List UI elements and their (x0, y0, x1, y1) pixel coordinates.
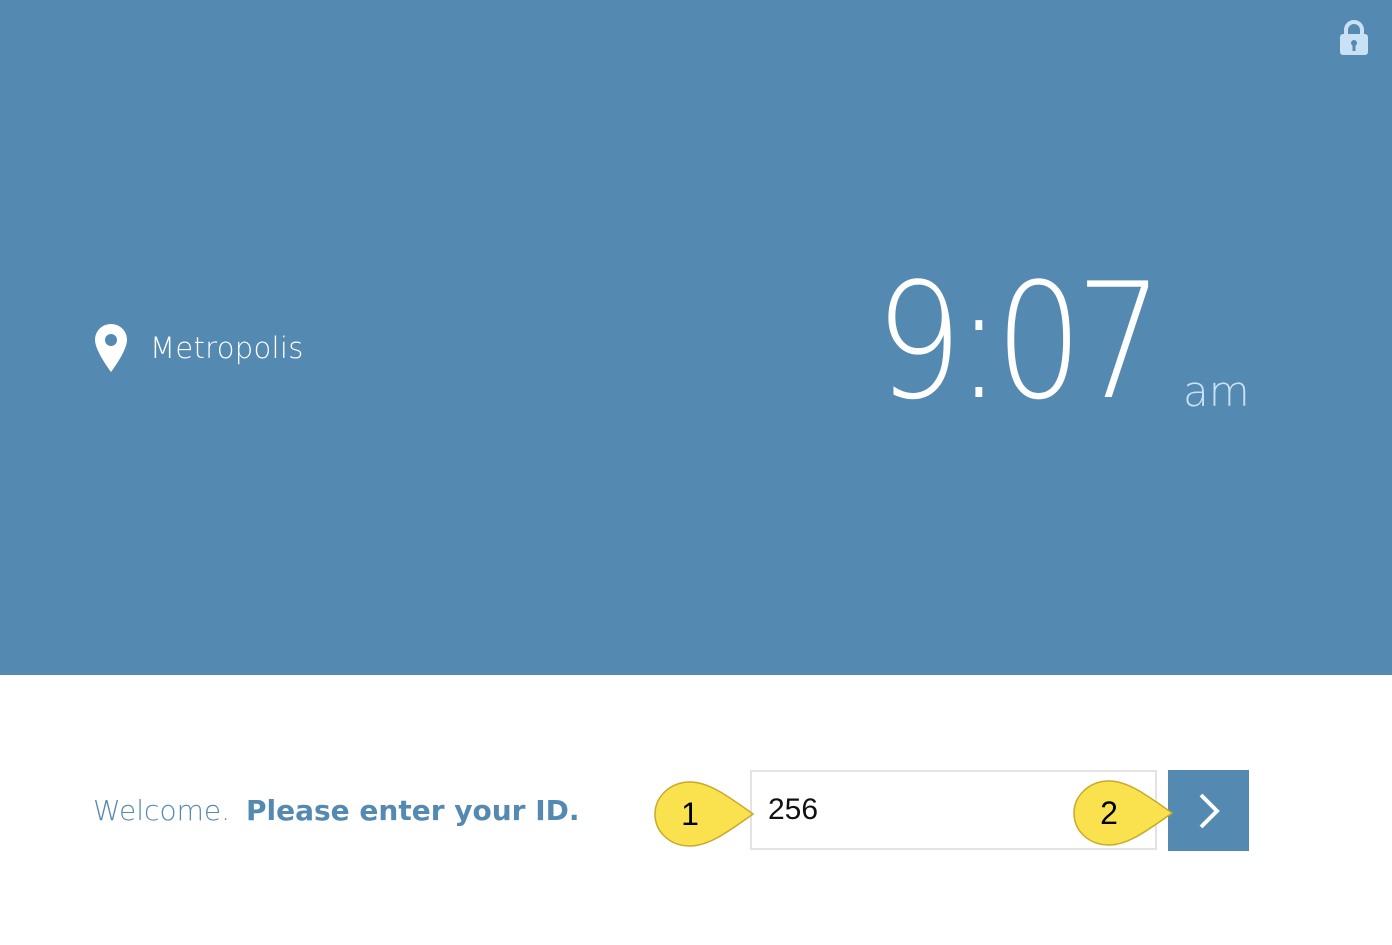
lock-icon[interactable] (1338, 20, 1370, 56)
clock-time: 9:07 (875, 248, 1163, 435)
callout-label: 2 (1100, 794, 1118, 831)
callout-marker-1: 1 (652, 779, 756, 849)
welcome-prompt: Please enter your ID. (245, 793, 580, 827)
location-name: Metropolis (150, 331, 304, 365)
clock: 9:07 am (875, 262, 1275, 422)
callout-label: 1 (681, 795, 699, 832)
clock-period: am (1183, 367, 1250, 416)
header-panel: Metropolis 9:07 am (0, 0, 1392, 675)
welcome-message: Welcome. Please enter your ID. (93, 790, 580, 830)
submit-button[interactable] (1168, 770, 1249, 851)
welcome-greeting: Welcome. (93, 793, 230, 827)
chevron-right-icon (1199, 793, 1220, 828)
location: Metropolis (94, 322, 304, 374)
callout-marker-2: 2 (1071, 778, 1175, 848)
map-pin-icon (95, 324, 127, 372)
